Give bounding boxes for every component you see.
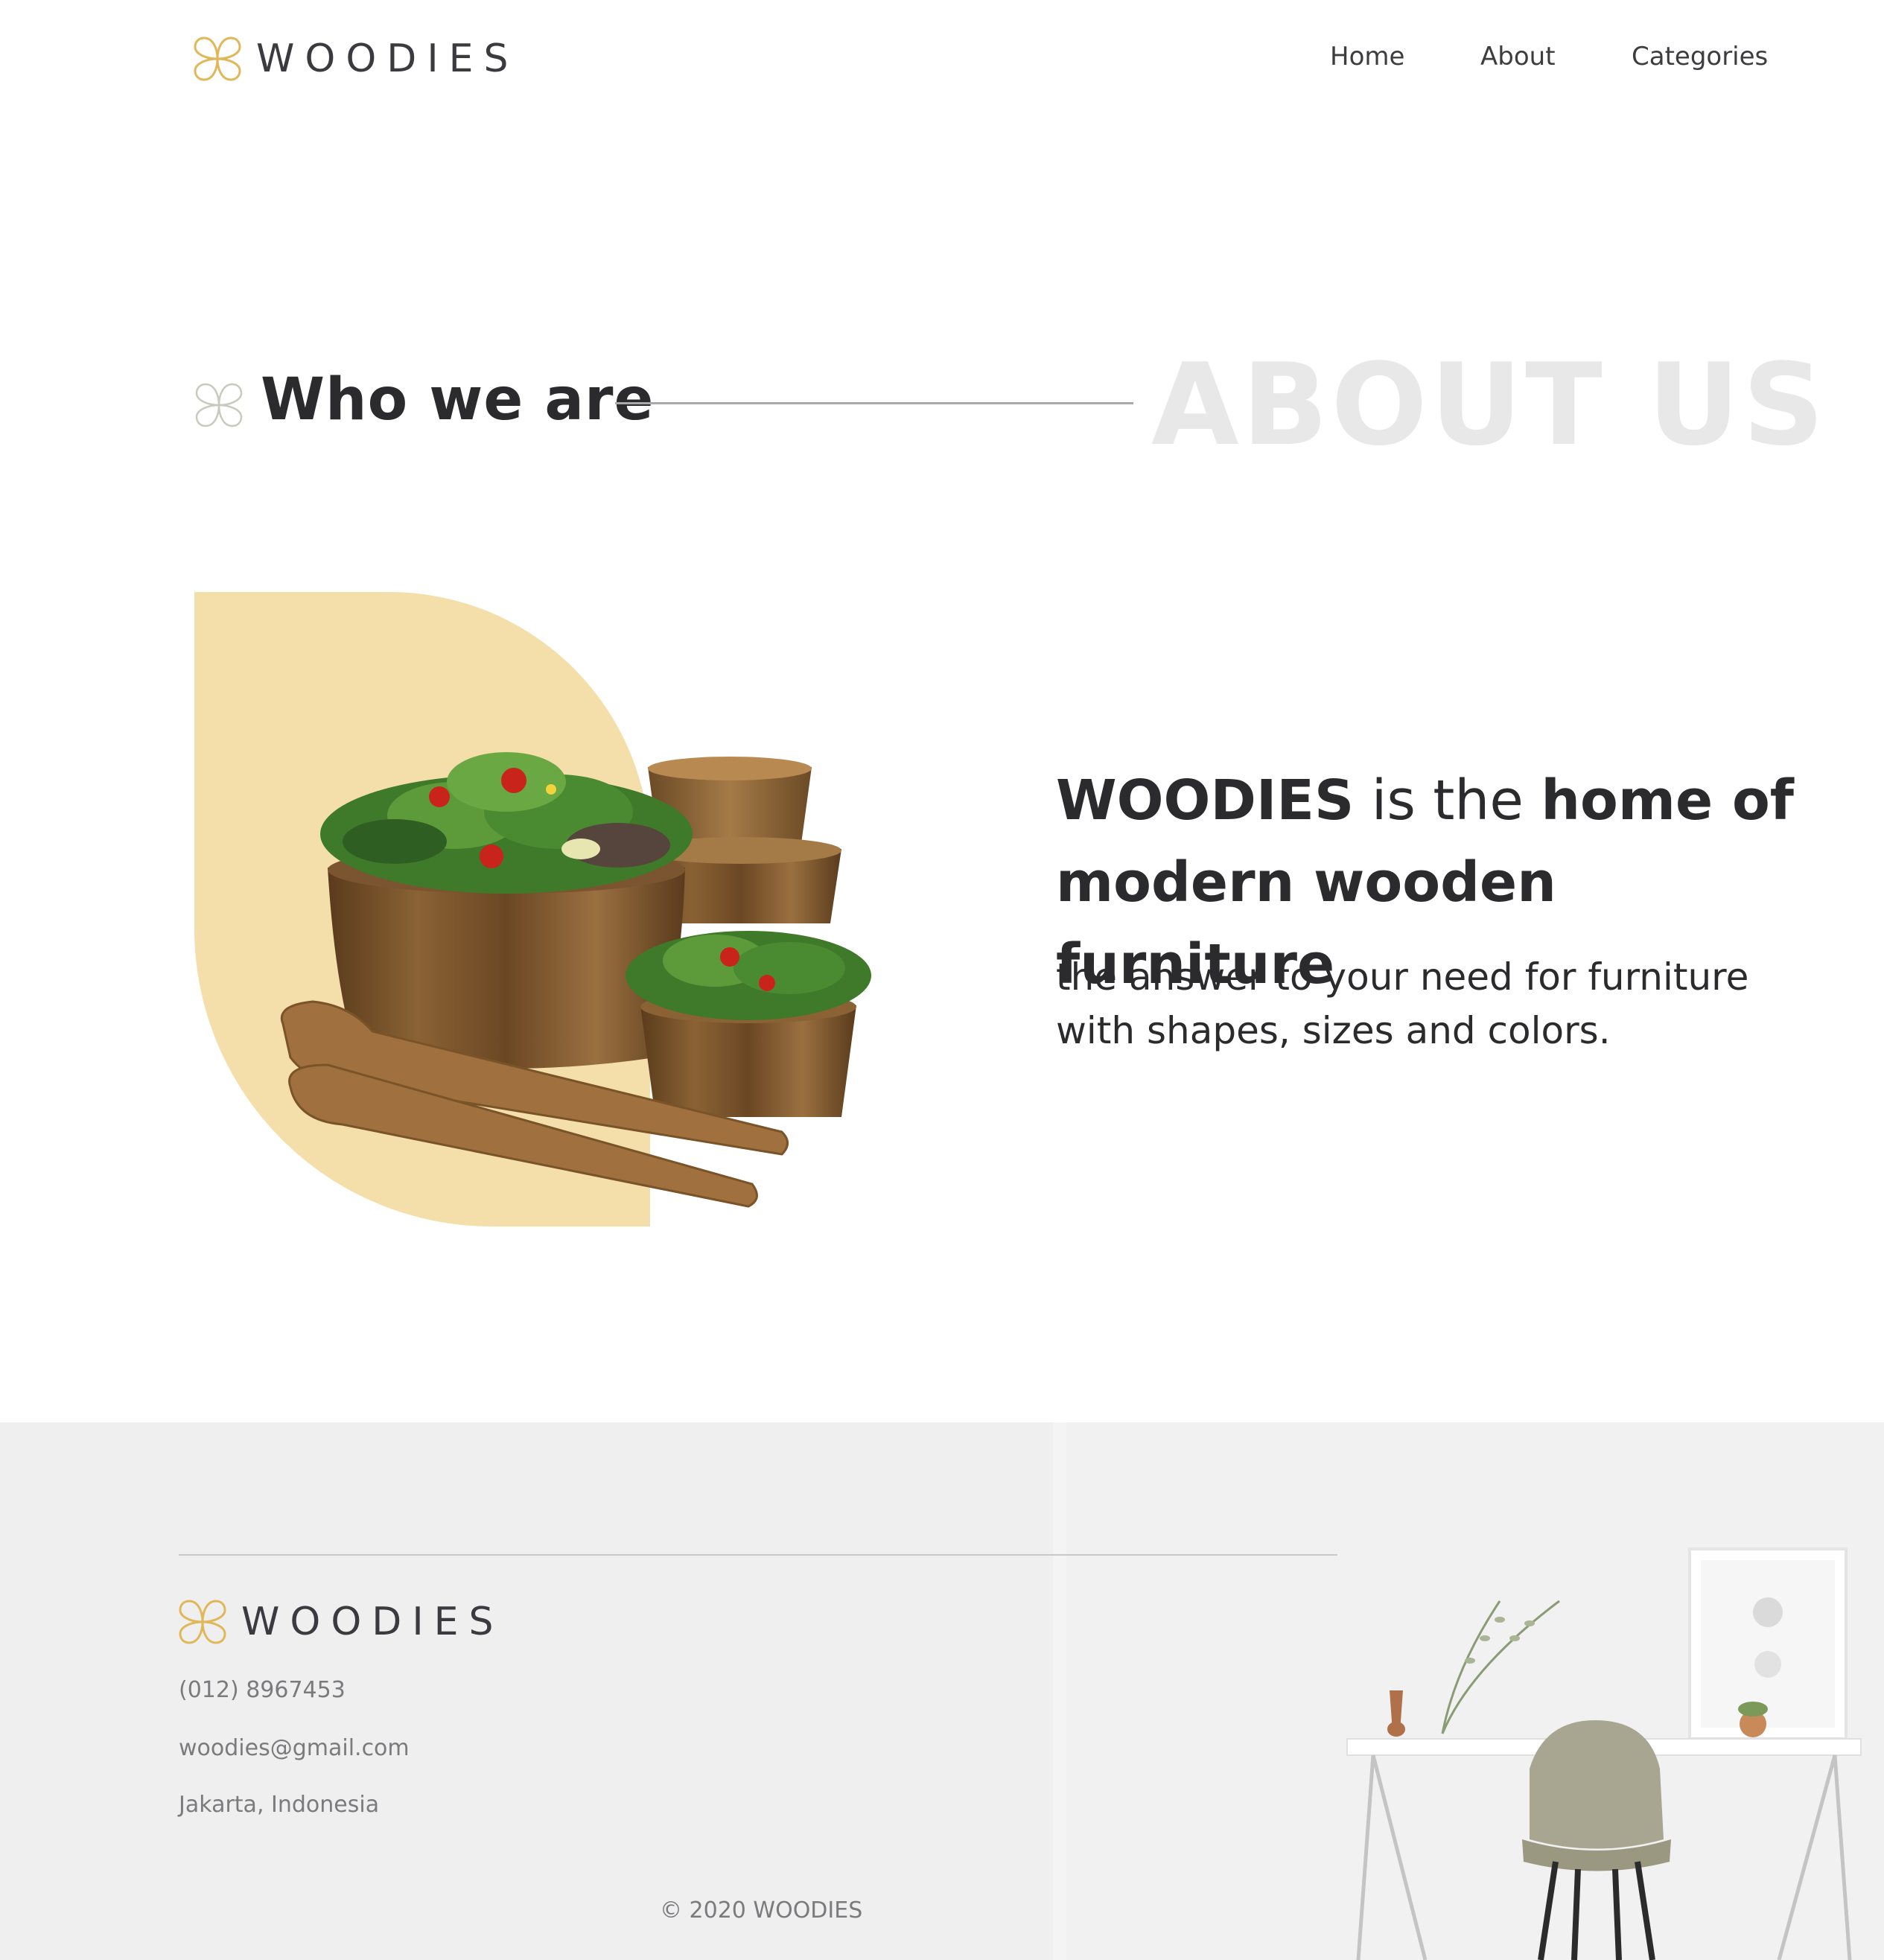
contact-email[interactable]: woodies@gmail.com xyxy=(179,1735,410,1761)
contact-location: Jakarta, Indonesia xyxy=(179,1792,380,1818)
about-subline: the answer to your need for furniture wi… xyxy=(1056,955,1749,1052)
desk-chair-image xyxy=(1053,1422,1884,1960)
title-divider xyxy=(615,402,1133,404)
footer-brand-wordmark: WOODIES xyxy=(241,1600,504,1644)
footer: WOODIES (012) 8967453 woodies@gmail.com … xyxy=(0,1422,1884,1960)
headline-connector: is the xyxy=(1354,769,1541,833)
ghost-heading: ABOUT US xyxy=(1151,339,1827,471)
brand-wordmark: WOODIES xyxy=(256,36,519,81)
nav-home-link[interactable]: Home xyxy=(1330,42,1404,71)
flower-icon xyxy=(179,1600,226,1644)
flower-icon xyxy=(194,36,241,81)
footer-divider xyxy=(179,1554,1337,1556)
contact-phone[interactable]: (012) 8967453 xyxy=(179,1677,346,1703)
section-title: Who we are xyxy=(261,366,655,433)
nav-categories-link[interactable]: Categories xyxy=(1632,42,1768,71)
nav-about-link[interactable]: About xyxy=(1480,42,1556,71)
salad-bowls-image xyxy=(281,752,871,1208)
copyright-text: © 2020 WOODIES xyxy=(660,1897,863,1924)
headline-brand: WOODIES xyxy=(1056,769,1355,833)
flower-icon xyxy=(195,383,243,427)
header-logo[interactable]: WOODIES xyxy=(192,34,519,84)
footer-logo[interactable]: WOODIES xyxy=(177,1597,504,1647)
